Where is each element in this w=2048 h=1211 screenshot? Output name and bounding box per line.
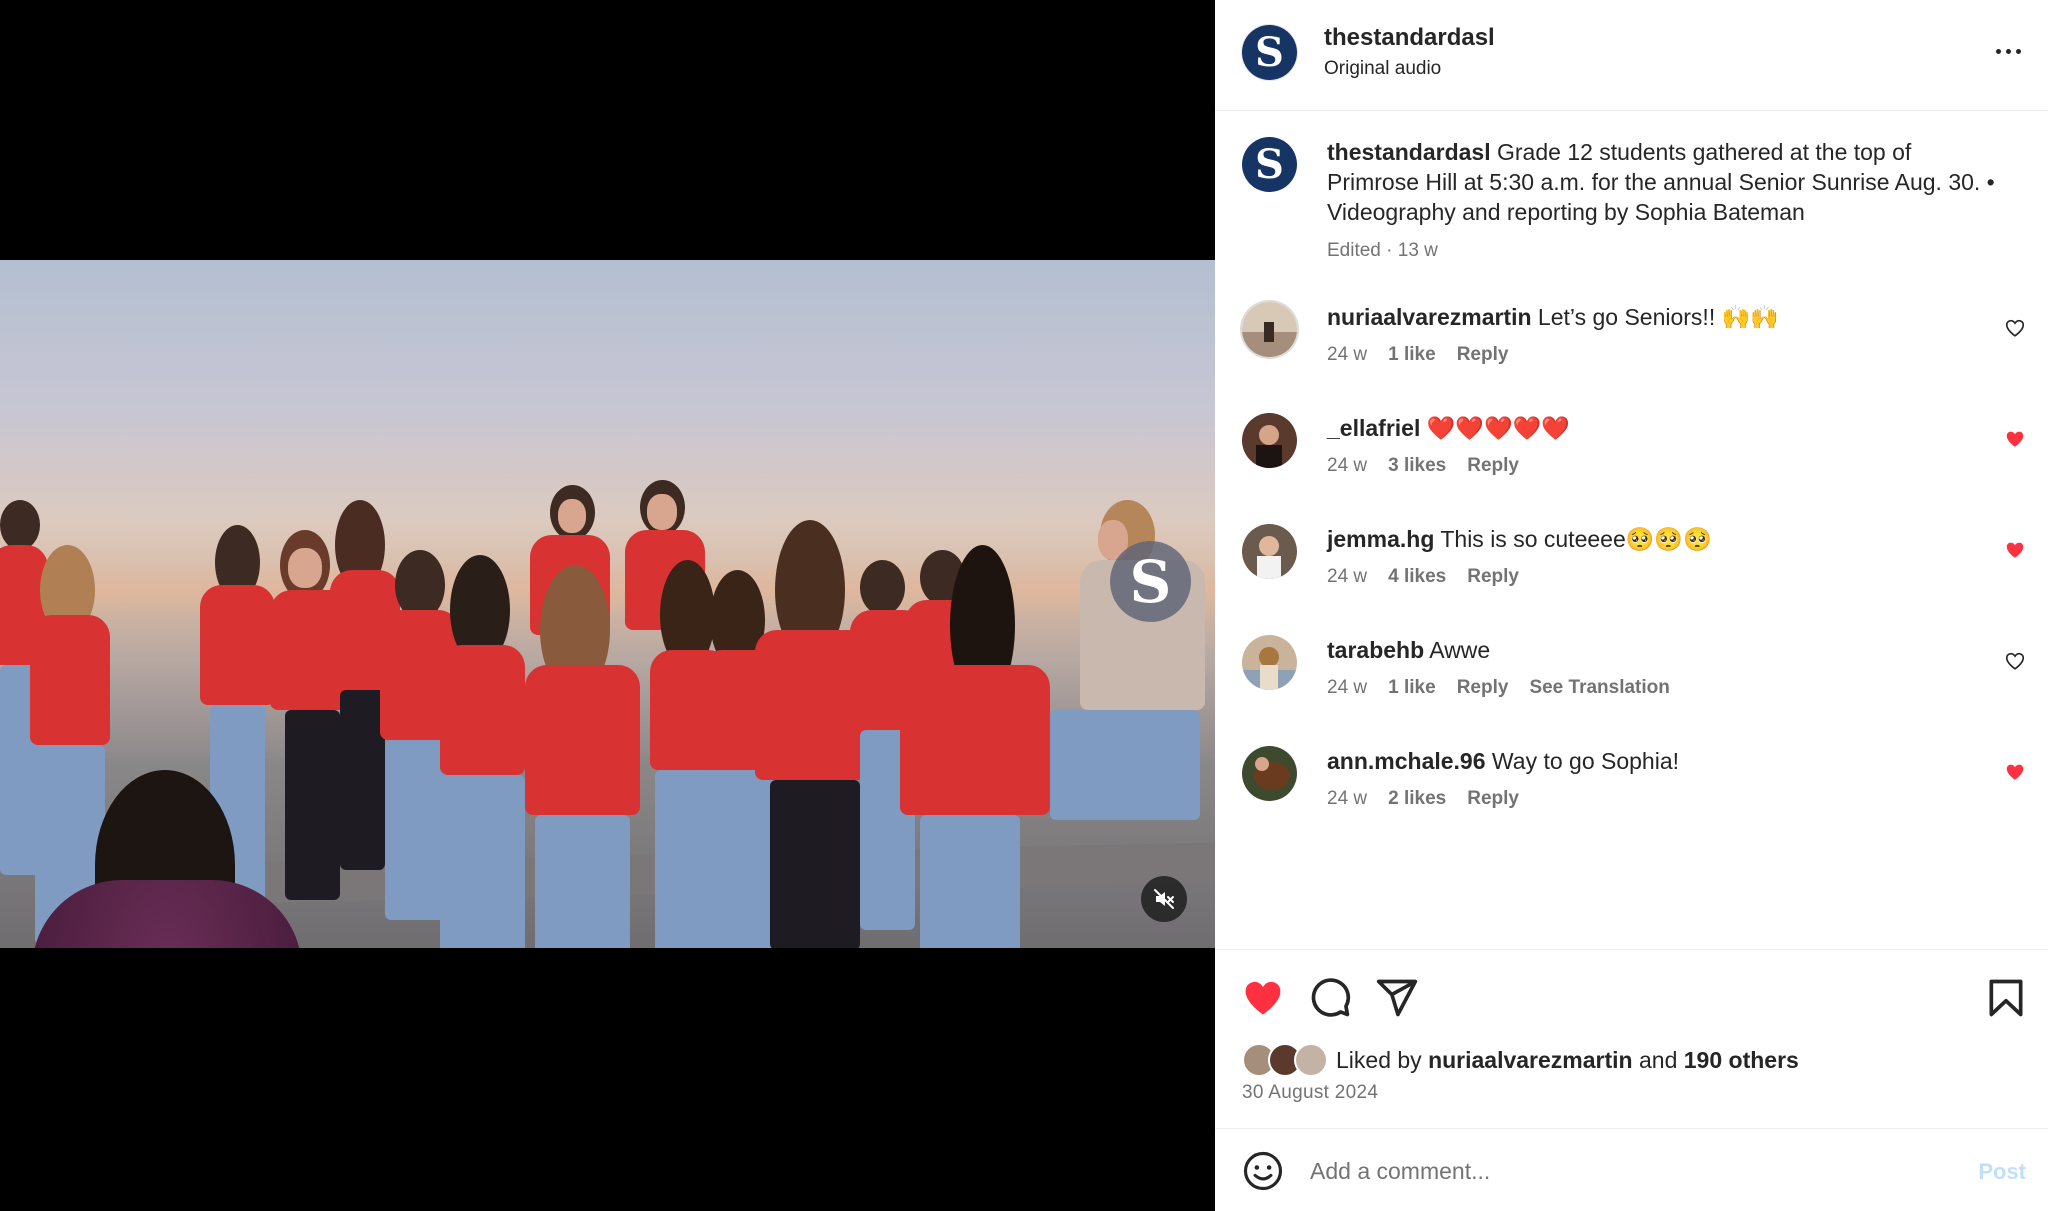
video-player[interactable]: S [0,0,1215,1211]
commenter-username[interactable]: tarabehb [1327,637,1424,663]
audio-label[interactable]: Original audio [1324,58,1441,80]
post-date[interactable]: 30 August 2024 [1242,1082,1378,1104]
caption-username[interactable]: thestandardasl [1327,139,1491,165]
commenter-avatar[interactable] [1242,302,1297,357]
commenter-username[interactable]: nuriaalvarezmartin [1327,304,1532,330]
comment-likes-count[interactable]: 3 likes [1388,455,1446,477]
comment-likes-count[interactable]: 4 likes [1388,566,1446,588]
comment-age: 24 w [1327,677,1368,698]
comment-likes-count[interactable]: 2 likes [1388,788,1446,810]
more-options-button[interactable] [1988,36,2028,66]
liked-by-conj: and [1638,1046,1678,1073]
comment-item: _ellafriel ❤️❤️❤️❤️❤️ 24 w 3 likes Reply [1215,413,2048,513]
reply-button[interactable]: Reply [1467,455,1519,477]
more-horizontal-icon [1995,48,2001,54]
reply-button[interactable]: Reply [1457,344,1509,366]
comment-item: jemma.hg This is so cuteeee🥺🥺🥺 24 w 4 li… [1215,524,2048,624]
post-side-panel: S thestandardasl Original audio S thesta… [1215,0,2048,1211]
liked-by-user[interactable]: nuriaalvarezmartin [1428,1047,1633,1074]
author-avatar[interactable]: S [1242,25,1297,80]
bookmark-icon[interactable] [1984,976,2028,1020]
comment-age: 24 w [1327,344,1368,365]
comment-text: ❤️❤️❤️❤️❤️ [1426,415,1570,441]
comment-likes-count[interactable]: 1 like [1388,344,1436,366]
author-username[interactable]: thestandardasl [1324,24,1495,52]
reply-button[interactable]: Reply [1467,566,1519,588]
heart-filled-icon[interactable] [2004,428,2026,450]
see-translation-button[interactable]: See Translation [1529,677,1669,699]
caption-text: thestandardasl Grade 12 students gathere… [1327,137,2007,227]
add-comment-bar: Post [1215,1128,2048,1211]
comment-item: ann.mchale.96 Way to go Sophia! 24 w 2 l… [1215,746,2048,846]
liker-avatar [1294,1043,1328,1077]
comments-list[interactable]: S thestandardasl Grade 12 students gathe… [1215,111,2048,949]
emoji-smiley-icon[interactable] [1242,1150,1284,1192]
comment-bubble-icon[interactable] [1308,976,1352,1020]
comment-text: Let’s go Seniors!! 🙌🙌 [1537,304,1779,330]
likes-others-count[interactable]: 190 others [1684,1047,1799,1074]
comment-likes-count[interactable]: 1 like [1388,677,1436,699]
comment-age: 24 w [1327,455,1368,476]
mute-toggle-button[interactable] [1141,876,1187,922]
heart-filled-icon[interactable] [2004,761,2026,783]
paper-plane-icon[interactable] [1375,976,1419,1020]
video-frame[interactable]: S [0,260,1215,948]
speaker-muted-icon [1154,889,1174,909]
liked-by-prefix: Liked by [1336,1046,1422,1073]
comment-input[interactable] [1310,1151,1930,1191]
comment-item: nuriaalvarezmartin Let’s go Seniors!! 🙌🙌… [1215,302,2048,402]
post-comment-button[interactable]: Post [1978,1159,2026,1185]
post-header: S thestandardasl Original audio [1215,0,2048,111]
comment-age: 24 w [1327,788,1368,809]
commenter-username[interactable]: ann.mchale.96 [1327,748,1486,774]
heart-filled-icon[interactable] [1241,976,1285,1020]
comment-age: 24 w [1327,566,1368,587]
liker-avatars[interactable] [1242,1043,1330,1077]
comment-text: Way to go Sophia! [1491,748,1680,774]
heart-filled-icon[interactable] [2004,539,2026,561]
heart-outline-icon[interactable] [2004,650,2026,672]
comment-item: tarabehb Awwe 24 w 1 like Reply See Tran… [1215,635,2048,735]
reply-button[interactable]: Reply [1457,677,1509,699]
watermark-logo: S [1110,541,1191,622]
commenter-avatar[interactable] [1242,746,1297,801]
comment-text: Awwe [1429,637,1491,663]
liked-by-summary: Liked by nuriaalvarezmartin and 190 othe… [1242,1042,1799,1078]
commenter-username[interactable]: _ellafriel [1327,415,1420,441]
heart-outline-icon[interactable] [2004,317,2026,339]
commenter-avatar[interactable] [1242,635,1297,690]
post-actions: Liked by nuriaalvarezmartin and 190 othe… [1215,949,2048,1129]
comment-text: This is so cuteeee🥺🥺🥺 [1440,526,1712,552]
reply-button[interactable]: Reply [1467,788,1519,810]
commenter-avatar[interactable] [1242,524,1297,579]
commenter-avatar[interactable] [1242,413,1297,468]
commenter-username[interactable]: jemma.hg [1327,526,1434,552]
caption-avatar[interactable]: S [1242,137,1297,192]
caption-meta: Edited · 13 w [1327,240,1438,261]
